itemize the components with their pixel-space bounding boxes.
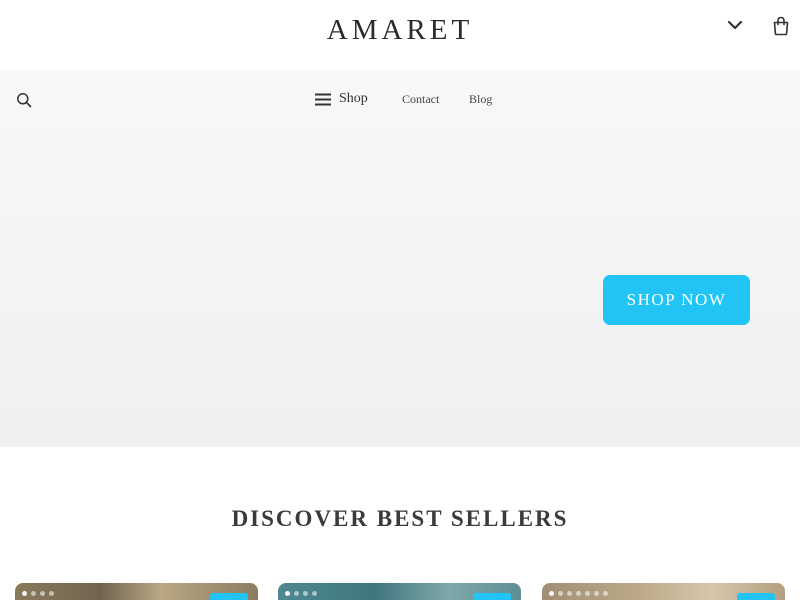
shopping-bag-icon (773, 16, 789, 36)
carousel-dot[interactable] (567, 591, 572, 596)
discount-badge (210, 593, 248, 600)
carousel-dot[interactable] (558, 591, 563, 596)
carousel-dot[interactable] (40, 591, 45, 596)
top-header: AMARET (0, 0, 800, 70)
image-carousel-dots[interactable] (285, 591, 317, 596)
nav-contact-link[interactable]: Contact (402, 92, 439, 107)
carousel-dot[interactable] (303, 591, 308, 596)
carousel-dot[interactable] (312, 591, 317, 596)
brand-logo[interactable]: AMARET (0, 14, 800, 47)
product-card[interactable] (278, 583, 521, 600)
discount-badge (737, 593, 775, 600)
best-sellers-heading: DISCOVER BEST SELLERS (231, 506, 569, 531)
product-card[interactable] (15, 583, 258, 600)
discount-badge (473, 593, 511, 600)
product-card[interactable] (542, 583, 785, 600)
account-dropdown-button[interactable] (724, 14, 746, 36)
carousel-dot[interactable] (22, 591, 27, 596)
carousel-dot[interactable] (585, 591, 590, 596)
nav-shop-label: Shop (339, 91, 368, 106)
carousel-dot[interactable] (594, 591, 599, 596)
nav-shop-menu[interactable]: Shop (315, 91, 368, 107)
carousel-dot[interactable] (31, 591, 36, 596)
image-carousel-dots[interactable] (22, 591, 54, 596)
hamburger-menu-icon (315, 93, 331, 105)
chevron-down-icon (727, 20, 743, 30)
cart-button[interactable] (770, 14, 792, 38)
carousel-dot[interactable] (294, 591, 299, 596)
carousel-dot[interactable] (49, 591, 54, 596)
carousel-dot[interactable] (603, 591, 608, 596)
carousel-dot[interactable] (285, 591, 290, 596)
shop-now-button[interactable]: SHOP NOW (603, 275, 750, 325)
carousel-dot[interactable] (576, 591, 581, 596)
hero-banner: Shop Contact Blog SHOP NOW (0, 70, 800, 447)
nav-blog-link[interactable]: Blog (469, 92, 492, 107)
carousel-dot[interactable] (549, 591, 554, 596)
main-nav: Shop Contact Blog (0, 91, 800, 111)
image-carousel-dots[interactable] (549, 591, 608, 596)
